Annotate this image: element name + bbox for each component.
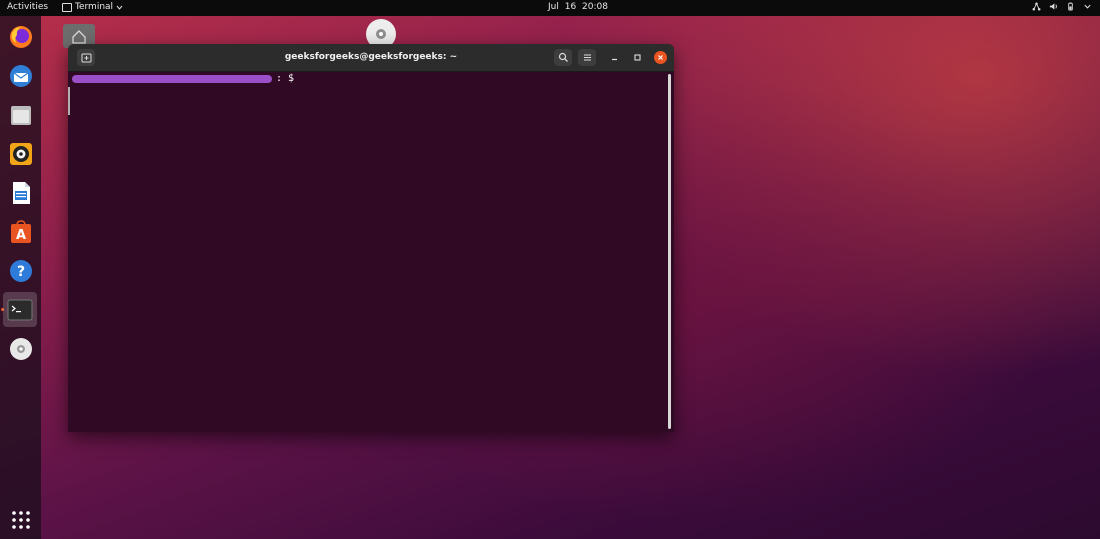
svg-text:A: A (15, 228, 25, 243)
maximize-icon (634, 54, 641, 61)
activities-button[interactable]: Activities (7, 2, 48, 12)
terminal-icon (7, 299, 33, 320)
battery-icon (1068, 2, 1073, 11)
minimize-icon (612, 58, 617, 61)
firefox-icon (9, 25, 32, 48)
minimize-button[interactable] (608, 51, 621, 64)
svg-text:?: ? (16, 264, 24, 280)
network-icon (1032, 2, 1041, 11)
system-tray[interactable] (1032, 2, 1092, 11)
top-bar: Activities Terminal Jul 16 20:08 (0, 0, 1100, 16)
app-menu[interactable]: Terminal (62, 2, 123, 12)
terminal-icon (62, 2, 72, 12)
clock-time: 20:08 (582, 2, 608, 12)
dock-item-writer[interactable] (5, 177, 36, 208)
dock-item-files[interactable] (5, 99, 36, 130)
app-store-icon: A (10, 219, 31, 243)
dock-item-help[interactable]: ? (5, 255, 36, 286)
dock-item-thunderbird[interactable] (5, 60, 36, 91)
dock-item-software[interactable]: A (5, 216, 36, 247)
maximize-button[interactable] (631, 51, 644, 64)
chevron-down-icon (1084, 4, 1091, 9)
chevron-down-icon (116, 5, 123, 10)
terminal-header-bar[interactable]: geeksforgeeks@geeksforgeeks: ~ (68, 44, 674, 72)
volume-icon (1049, 3, 1057, 10)
dock-item-firefox[interactable] (5, 21, 36, 52)
document-icon (12, 181, 30, 204)
app-menu-label: Terminal (75, 2, 114, 12)
hamburger-menu-icon (583, 54, 591, 61)
redacted-username (72, 74, 272, 83)
dock-item-terminal[interactable] (3, 292, 37, 327)
terminal-window[interactable]: geeksforgeeks@geeksforgeeks: ~ : $ (68, 44, 674, 432)
clock[interactable]: Jul 16 20:08 (548, 2, 608, 12)
search-button[interactable] (554, 49, 572, 66)
mail-icon (9, 64, 32, 87)
grid-icon (11, 510, 30, 529)
text-cursor (68, 87, 70, 115)
dock: A ? (0, 16, 41, 539)
search-icon (558, 52, 568, 62)
speaker-icon (9, 142, 32, 165)
scrollbar[interactable] (668, 74, 671, 429)
dock-item-rhythmbox[interactable] (5, 138, 36, 169)
show-applications-button[interactable] (5, 504, 36, 535)
menu-button[interactable] (578, 49, 596, 66)
prompt-line: : $ (72, 73, 294, 84)
folder-icon (10, 105, 31, 125)
dock-item-dvd[interactable] (5, 333, 36, 364)
prompt-suffix: : $ (276, 73, 295, 84)
close-icon (658, 55, 663, 60)
help-icon: ? (9, 259, 32, 282)
terminal-output-area[interactable]: : $ (68, 72, 674, 432)
clock-date: Jul 16 (548, 2, 577, 12)
close-button[interactable] (654, 51, 667, 64)
disc-icon (9, 337, 32, 360)
